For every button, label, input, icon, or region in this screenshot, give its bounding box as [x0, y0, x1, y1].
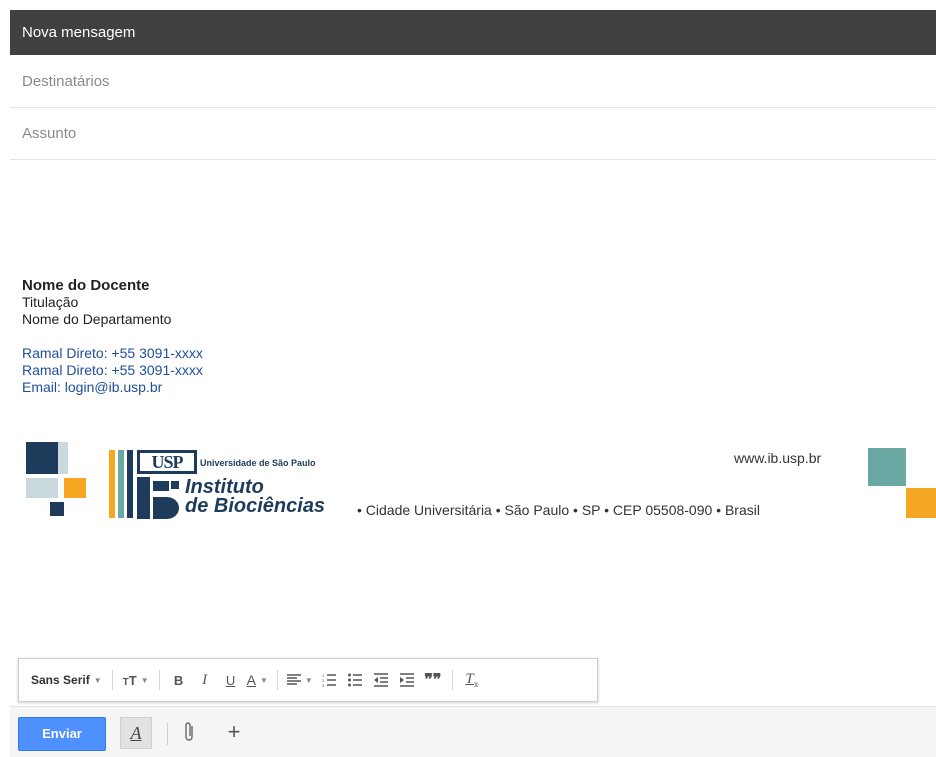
- compose-bottom-bar: Enviar A +: [10, 706, 936, 757]
- signature-phone-1: Ramal Direto: +55 3091-xxxx: [22, 345, 203, 361]
- align-button[interactable]: ▼: [284, 666, 316, 694]
- ib-logo-icon: [137, 477, 179, 519]
- plus-icon[interactable]: +: [222, 717, 246, 747]
- signature-department: Nome do Departamento: [22, 311, 172, 327]
- quote-button[interactable]: ❞❞: [420, 666, 446, 694]
- institute-line-2: de Biociências: [185, 495, 326, 517]
- subject-field[interactable]: [10, 108, 936, 160]
- italic-button[interactable]: I: [192, 666, 218, 694]
- signature-banner: USP Universidade de São Paulo Instituto …: [10, 432, 936, 532]
- align-icon: [286, 674, 301, 685]
- decor-square-light-2: [26, 478, 58, 498]
- website-link[interactable]: www.ib.usp.br: [734, 450, 821, 466]
- decor-square-light-1: [58, 442, 68, 474]
- address-text: • Cidade Universitária • São Paulo • SP …: [357, 502, 760, 518]
- text-size-button[interactable]: TT ▼: [119, 666, 153, 694]
- text-size-icon: TT: [122, 672, 137, 688]
- top-strip: [0, 0, 936, 10]
- bold-button[interactable]: B: [166, 666, 192, 694]
- text-color-icon: A: [246, 672, 256, 688]
- indent-less-icon: [373, 673, 388, 687]
- decor-square-dark: [50, 502, 64, 516]
- font-family-label: Sans Serif: [31, 673, 90, 687]
- decor-square-orange: [64, 478, 86, 498]
- paperclip-icon[interactable]: [180, 721, 200, 745]
- numbered-list-icon: 123: [322, 673, 336, 687]
- text-color-button[interactable]: A ▼: [244, 666, 271, 694]
- send-button[interactable]: Enviar: [18, 717, 106, 751]
- decor-square-teal: [868, 448, 906, 486]
- signature-name: Nome do Docente: [22, 277, 150, 294]
- bold-icon: B: [173, 672, 184, 688]
- bottom-separator: [167, 723, 168, 745]
- compose-title: Nova mensagem: [22, 24, 136, 41]
- indent-more-button[interactable]: [394, 666, 420, 694]
- indent-less-button[interactable]: [368, 666, 394, 694]
- subject-input[interactable]: [10, 108, 936, 159]
- bulleted-list-button[interactable]: [342, 666, 368, 694]
- signature-title: Titulação: [22, 294, 79, 310]
- signature-email: Email: login@ib.usp.br: [22, 379, 163, 395]
- recipients-input[interactable]: [10, 56, 936, 107]
- usp-bar-orange: [109, 450, 115, 518]
- usp-bar-navy: [127, 450, 133, 518]
- numbered-list-button[interactable]: 123: [316, 666, 342, 694]
- formatting-toolbar: Sans Serif ▼ TT ▼ B I U A ▼ ▼ 123 ❞❞ Tx: [18, 658, 598, 702]
- institute-name: Instituto de Biociências: [185, 477, 326, 517]
- underline-button[interactable]: U: [218, 666, 244, 694]
- university-name: Universidade de São Paulo: [200, 458, 316, 468]
- recipients-field[interactable]: [10, 56, 936, 108]
- compose-title-bar[interactable]: Nova mensagem: [10, 10, 936, 55]
- quote-icon: ❞❞: [424, 672, 442, 689]
- svg-text:3: 3: [322, 683, 325, 687]
- indent-more-icon: [399, 673, 414, 687]
- decor-square-navy: [26, 442, 58, 474]
- clear-formatting-icon: Tx: [465, 671, 479, 689]
- formatting-options-icon[interactable]: A: [120, 717, 152, 749]
- decor-square-orange-right: [906, 488, 936, 518]
- usp-bar-teal: [118, 450, 124, 518]
- usp-logo: USP: [137, 450, 197, 474]
- signature-block: Nome do Docente Titulação Nome do Depart…: [22, 277, 203, 396]
- signature-phone-2: Ramal Direto: +55 3091-xxxx: [22, 362, 203, 378]
- bulleted-list-icon: [347, 673, 362, 687]
- underline-icon: U: [225, 672, 236, 688]
- font-family-select[interactable]: Sans Serif ▼: [27, 666, 106, 694]
- italic-icon: I: [202, 671, 208, 688]
- clear-formatting-button[interactable]: Tx: [459, 666, 485, 694]
